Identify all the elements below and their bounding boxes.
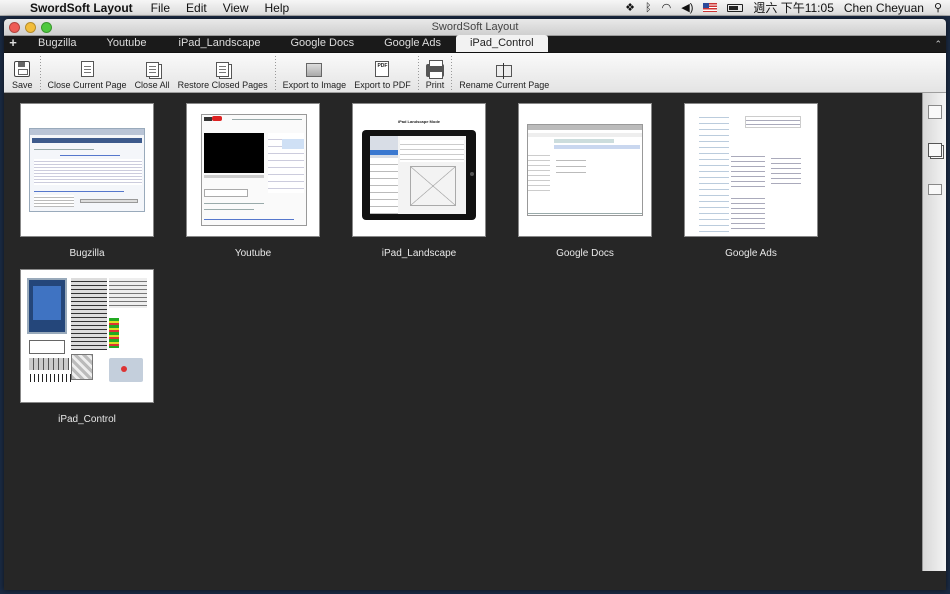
- close-all-button[interactable]: Close All: [131, 62, 174, 92]
- toolbar-separator: [417, 56, 419, 90]
- thumbnail-preview: [362, 130, 476, 220]
- rename-icon: [496, 63, 513, 79]
- right-sidebar: [922, 93, 946, 571]
- minimize-window-button[interactable]: [25, 22, 36, 33]
- page-name: iPad_Landscape: [381, 248, 457, 259]
- close-all-label: Close All: [134, 80, 170, 90]
- printer-icon: [425, 60, 444, 79]
- thumbnail-title: iPad Landscape Mode: [397, 119, 440, 124]
- print-label: Print: [425, 80, 445, 90]
- tab-youtube[interactable]: Youtube: [93, 35, 163, 52]
- page-thumbnail-google-ads[interactable]: Google Ads: [684, 103, 818, 259]
- volume-icon[interactable]: ◀): [681, 1, 693, 14]
- bluetooth-icon[interactable]: ᛒ: [645, 2, 652, 14]
- page-thumbnail-google-docs[interactable]: Google Docs: [518, 103, 652, 259]
- page-name: Youtube: [234, 248, 272, 259]
- toolbar-separator: [274, 56, 276, 90]
- status-area: ❖ ᛒ ◠ ◀) 週六 下午11:05 Chen Cheyuan ⚲: [625, 0, 950, 16]
- tab-bar: + Bugzilla Youtube iPad_Landscape Google…: [4, 35, 946, 53]
- thumbnail-preview: [527, 124, 643, 216]
- page-name: Google Ads: [725, 248, 777, 259]
- page-icon: [80, 61, 94, 77]
- page-thumbnail-ipad-control[interactable]: iPad_Control: [20, 269, 154, 425]
- input-source-flag-icon[interactable]: [703, 3, 718, 12]
- thumbnail-preview: [29, 128, 145, 212]
- spotlight-icon[interactable]: ⚲: [934, 1, 942, 14]
- tab-scroll-icon[interactable]: ⌃: [934, 36, 942, 53]
- thumbnail-preview: [201, 114, 307, 226]
- menu-view[interactable]: View: [223, 1, 249, 15]
- restore-closed-pages-label: Restore Closed Pages: [177, 80, 268, 90]
- system-menubar: SwordSoft Layout File Edit View Help ❖ ᛒ…: [0, 0, 950, 16]
- add-tab-icon[interactable]: +: [4, 35, 22, 52]
- thumbnail-image: iPad Landscape Mode: [352, 103, 486, 237]
- restore-closed-pages-button[interactable]: Restore Closed Pages: [174, 62, 272, 92]
- thumbnail-image: [518, 103, 652, 237]
- rename-current-page-button[interactable]: Rename Current Page: [455, 63, 553, 92]
- menu-help[interactable]: Help: [265, 1, 290, 15]
- menu-file[interactable]: File: [151, 1, 170, 15]
- rename-current-page-label: Rename Current Page: [459, 80, 550, 90]
- save-button[interactable]: Save: [8, 61, 37, 92]
- thumbnail-image: [186, 103, 320, 237]
- menubar-user[interactable]: Chen Cheyuan: [844, 1, 924, 15]
- export-to-pdf-label: Export to PDF: [354, 80, 411, 90]
- print-button[interactable]: Print: [422, 60, 449, 92]
- export-to-image-label: Export to Image: [282, 80, 347, 90]
- page-name: Bugzilla: [69, 248, 105, 259]
- export-to-pdf-button[interactable]: PDF Export to PDF: [350, 61, 415, 92]
- toolbar-separator: [451, 56, 453, 90]
- tab-ipad-landscape[interactable]: iPad_Landscape: [163, 35, 275, 52]
- close-window-button[interactable]: [9, 22, 20, 33]
- thumbnail-view-icon[interactable]: [928, 105, 942, 119]
- window-titlebar: SwordSoft Layout: [4, 19, 946, 36]
- window-controls: [9, 22, 52, 33]
- battery-icon[interactable]: [727, 3, 744, 12]
- tab-google-docs[interactable]: Google Docs: [274, 35, 370, 52]
- save-label: Save: [12, 80, 33, 90]
- close-current-page-label: Close Current Page: [47, 80, 127, 90]
- thumbnail-image: [684, 103, 818, 237]
- pages-icon: [145, 62, 159, 77]
- window-title: SwordSoft Layout: [431, 21, 519, 33]
- thumbnail-image: [20, 103, 154, 237]
- app-menu[interactable]: SwordSoft Layout: [30, 1, 133, 15]
- export-to-image-button[interactable]: Export to Image: [279, 63, 351, 92]
- save-icon: [14, 61, 31, 77]
- zoom-window-button[interactable]: [41, 22, 52, 33]
- thumbnail-image: [20, 269, 154, 403]
- menubar-clock[interactable]: 週六 下午11:05: [753, 0, 833, 16]
- thumbnail-preview: [699, 112, 729, 232]
- page-thumbnail-ipad-landscape[interactable]: iPad Landscape Mode iPad_Landscape: [352, 103, 486, 259]
- folder-icon[interactable]: [928, 184, 942, 195]
- toolbar: Save Close Current Page Close All Restor…: [4, 53, 946, 93]
- tab-bugzilla[interactable]: Bugzilla: [22, 35, 93, 52]
- page-name: Google Docs: [556, 248, 614, 259]
- dropbox-icon[interactable]: ❖: [625, 1, 635, 14]
- page-thumbnail-bugzilla[interactable]: Bugzilla: [20, 103, 154, 259]
- toolbar-separator: [39, 56, 41, 90]
- restore-pages-icon: [216, 62, 230, 77]
- app-window: SwordSoft Layout + Bugzilla Youtube iPad…: [4, 19, 946, 590]
- pages-view-icon[interactable]: [928, 143, 942, 157]
- page-thumbnail-youtube[interactable]: Youtube: [186, 103, 320, 259]
- wifi-icon[interactable]: ◠: [662, 1, 672, 14]
- menu-edit[interactable]: Edit: [186, 1, 207, 15]
- page-name: iPad_Control: [58, 414, 116, 425]
- pdf-icon: PDF: [375, 61, 390, 77]
- page-overview: Bugzilla Youtube iPad Landscape Mode iPa…: [4, 93, 946, 571]
- image-icon: [306, 63, 323, 77]
- tab-google-ads[interactable]: Google Ads: [370, 35, 456, 52]
- close-current-page-button[interactable]: Close Current Page: [44, 61, 131, 92]
- tab-ipad-control[interactable]: iPad_Control: [455, 35, 548, 52]
